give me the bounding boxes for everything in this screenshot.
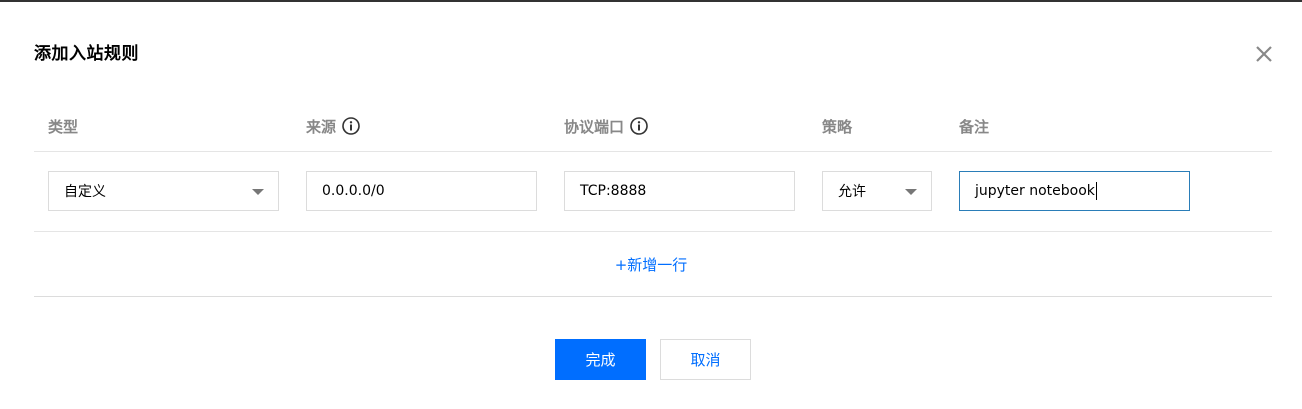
header-type-label: 类型 bbox=[48, 117, 79, 136]
remark-input[interactable]: jupyter notebook bbox=[959, 171, 1190, 211]
text-cursor bbox=[1095, 182, 1097, 200]
policy-select-value: 允许 bbox=[838, 184, 866, 200]
remark-input-value: jupyter notebook bbox=[975, 183, 1095, 199]
type-select-value: 自定义 bbox=[64, 184, 106, 200]
source-input[interactable]: 0.0.0.0/0 bbox=[306, 171, 537, 211]
header-policy: 策略 bbox=[822, 115, 852, 137]
header-remark-label: 备注 bbox=[959, 117, 990, 136]
policy-select[interactable]: 允许 bbox=[822, 171, 932, 211]
add-row-link[interactable]: +新增一行 bbox=[615, 256, 688, 274]
source-input-value: 0.0.0.0/0 bbox=[322, 183, 385, 199]
header-type: 类型 bbox=[48, 115, 78, 137]
type-select[interactable]: 自定义 bbox=[48, 171, 279, 211]
info-icon[interactable] bbox=[342, 117, 360, 135]
dialog-title: 添加入站规则 bbox=[34, 44, 139, 64]
header-divider bbox=[34, 151, 1272, 152]
chevron-down-icon bbox=[252, 189, 264, 195]
cancel-button[interactable]: 取消 bbox=[660, 339, 751, 380]
add-row-container: +新增一行 bbox=[0, 254, 1302, 275]
header-port-label: 协议端口 bbox=[564, 117, 625, 136]
header-remark: 备注 bbox=[959, 115, 989, 137]
header-source-label: 来源 bbox=[306, 117, 337, 136]
header-source: 来源 bbox=[306, 115, 360, 137]
add-inbound-rule-dialog: 添加入站规则 类型 来源 协议端口 策略 备注 自定义 0.0.0.0/0 TC… bbox=[0, 0, 1302, 409]
close-icon[interactable] bbox=[1252, 42, 1276, 66]
header-policy-label: 策略 bbox=[822, 117, 853, 136]
footer-divider bbox=[34, 296, 1272, 297]
port-input[interactable]: TCP:8888 bbox=[564, 171, 795, 211]
header-port: 协议端口 bbox=[564, 115, 648, 137]
port-input-value: TCP:8888 bbox=[580, 183, 647, 199]
row-divider bbox=[34, 231, 1272, 232]
info-icon[interactable] bbox=[630, 117, 648, 135]
chevron-down-icon bbox=[905, 189, 917, 195]
confirm-button[interactable]: 完成 bbox=[555, 339, 646, 380]
